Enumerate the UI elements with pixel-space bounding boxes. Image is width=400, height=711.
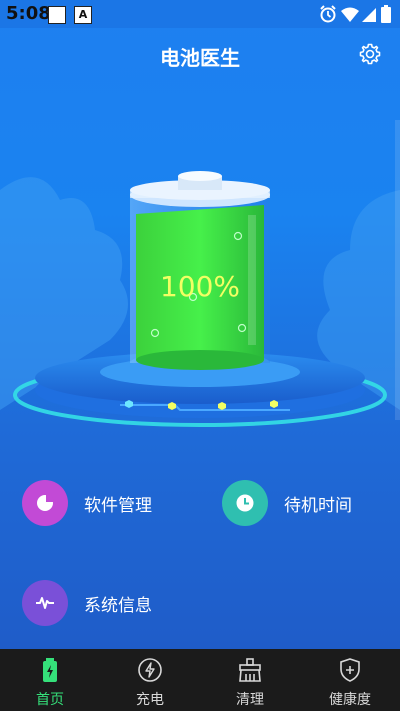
pulse-icon (22, 580, 68, 626)
battery-percent: 100% (159, 270, 241, 303)
clock-icon (222, 480, 268, 526)
battery-icon (43, 658, 57, 682)
software-management-button[interactable]: 软件管理 (22, 480, 152, 526)
tab-health[interactable]: 健康度 (300, 649, 400, 711)
tab-health-label: 健康度 (329, 692, 371, 708)
software-management-label: 软件管理 (84, 495, 152, 516)
pie-chart-icon (22, 480, 68, 526)
standby-time-label: 待机时间 (284, 495, 352, 516)
standby-time-button[interactable]: 待机时间 (222, 480, 352, 526)
bottom-tab-bar: 首页 充电 清理 健康度 (0, 649, 400, 711)
system-info-button[interactable]: 系统信息 (22, 580, 152, 626)
tab-home-label: 首页 (36, 692, 64, 708)
tab-home[interactable]: 首页 (0, 649, 100, 711)
battery-doctor-screen: 5:08 A 电池医生 100% 软件管理 待机时间 系统信息 首页 充电 清理… (0, 0, 400, 711)
tab-charge[interactable]: 充电 (100, 649, 200, 711)
shield-plus-icon (340, 658, 360, 682)
tab-clean-label: 清理 (236, 692, 264, 708)
charge-bolt-icon (138, 658, 162, 682)
broom-icon (239, 658, 261, 682)
system-info-label: 系统信息 (84, 595, 152, 616)
battery-illustration (13, 171, 387, 427)
tab-clean[interactable]: 清理 (200, 649, 300, 711)
tab-charge-label: 充电 (136, 692, 164, 708)
